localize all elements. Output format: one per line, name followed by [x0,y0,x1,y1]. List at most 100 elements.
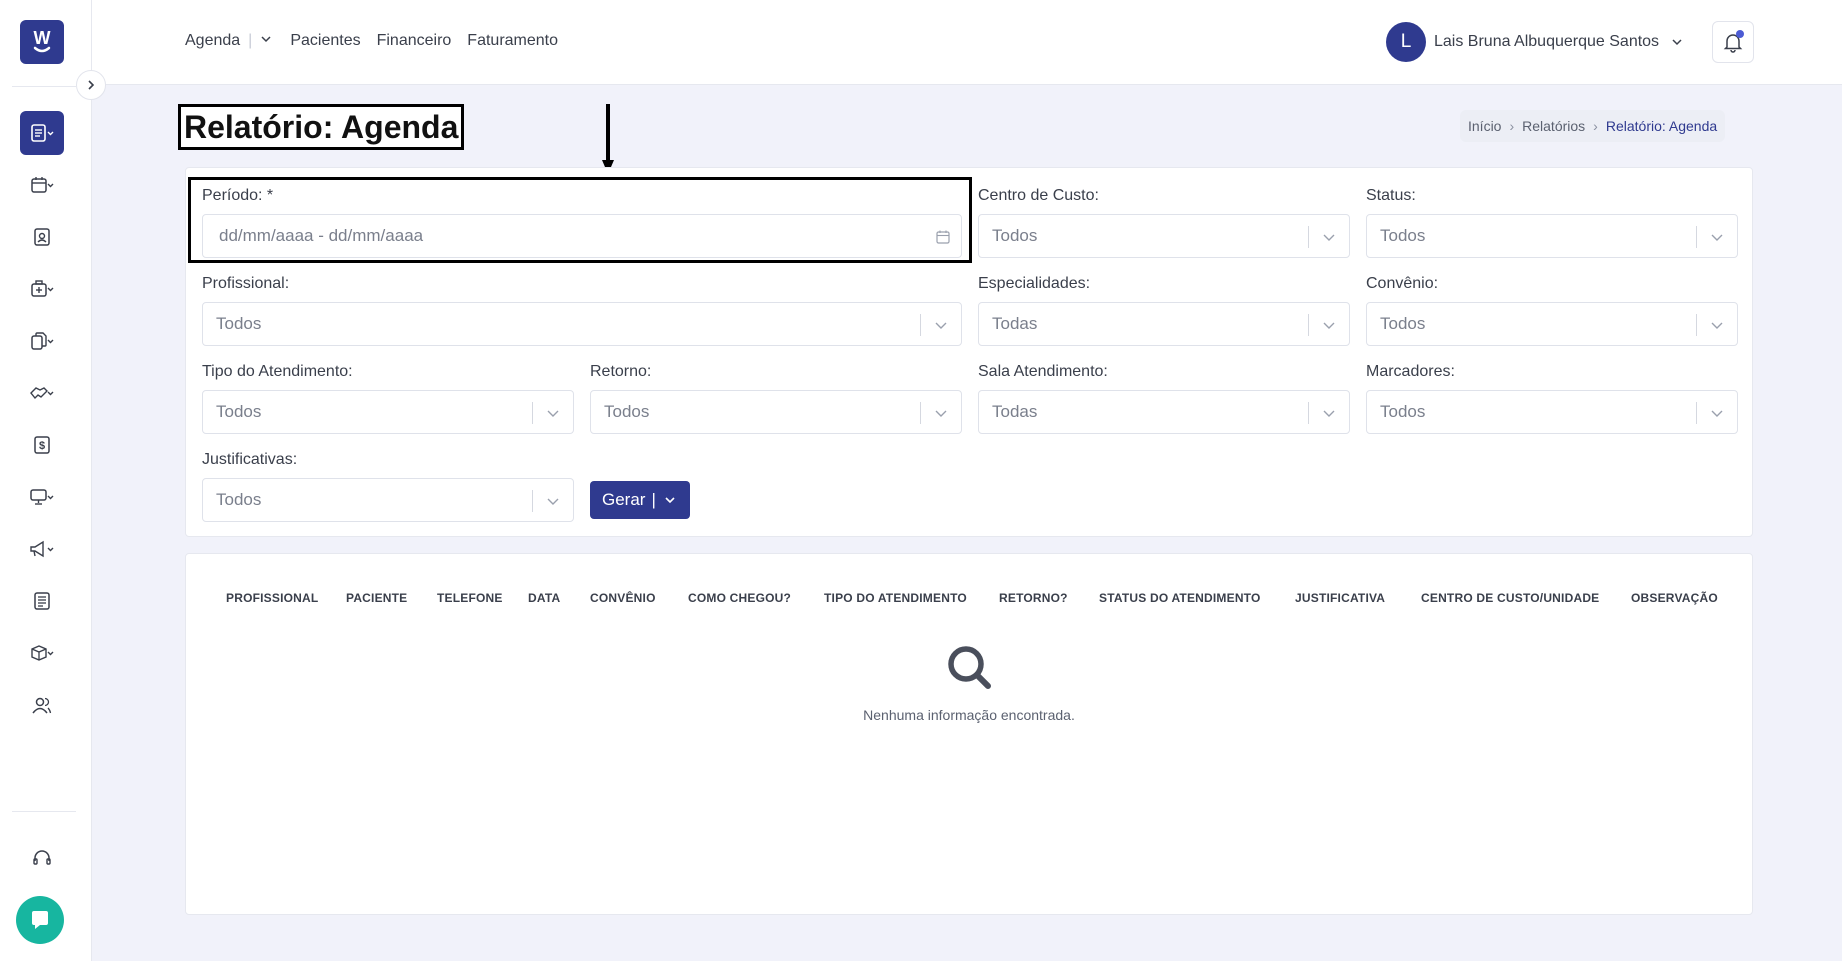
especialidades-value: Todas [992,314,1038,333]
sidebar-divider-bottom [12,811,76,812]
col-telefone[interactable]: TELEFONE [437,591,503,605]
centro-custo-select[interactable]: Todos [978,214,1350,258]
sala-atendimento-select[interactable]: Todas [978,390,1350,434]
status-value: Todos [1380,226,1426,245]
select-divider [1308,314,1309,336]
sidebar-item-agreements[interactable] [20,371,64,415]
user-menu[interactable]: L Lais Bruna Albuquerque Santos [1386,22,1683,62]
col-observacao[interactable]: OBSERVAÇÃO [1631,591,1718,605]
nav-agenda-dropdown[interactable] [260,32,272,50]
user-name: Lais Bruna Albuquerque Santos [1434,33,1660,50]
col-paciente[interactable]: PACIENTE [346,591,407,605]
sidebar-item-users[interactable] [20,683,64,727]
marcadores-select[interactable]: Todos [1366,390,1738,434]
justificativas-label: Justificativas: [202,451,298,468]
select-divider [920,314,921,336]
sidebar-item-documents[interactable] [20,319,64,363]
sidebar-item-patients[interactable] [20,215,64,259]
justificativas-value: Todos [216,490,262,509]
col-como-chegou[interactable]: COMO CHEGOU? [688,591,791,605]
sidebar-collapse-button[interactable] [76,70,106,100]
sidebar-item-medical[interactable] [20,267,64,311]
marcadores-label: Marcadores: [1366,363,1455,380]
annotation-arrow [602,104,614,174]
sidebar: W $ [0,0,92,961]
col-data[interactable]: DATA [528,591,560,605]
empty-message: Nenhuma informação encontrada. [863,707,1075,723]
avatar: L [1386,22,1426,62]
nav-faturamento[interactable]: Faturamento [467,32,558,50]
monitor-icon [30,489,54,505]
marcadores-field: Marcadores: Todos [1366,363,1738,434]
nav-agenda[interactable]: Agenda [185,32,240,50]
chevron-down-icon [935,322,947,329]
status-select[interactable]: Todos [1366,214,1738,258]
megaphone-icon [30,540,54,558]
chat-icon [32,911,48,929]
centro-custo-value: Todos [992,226,1038,245]
col-profissional[interactable]: PROFISSIONAL [226,591,318,605]
tipo-atendimento-select[interactable]: Todos [202,390,574,434]
page-title: Relatório: Agenda [178,104,465,150]
nav-financeiro[interactable]: Financeiro [377,32,452,50]
chevron-right-icon: › [1509,118,1515,134]
select-divider [532,490,533,512]
profissional-value: Todos [216,314,262,333]
justificativas-select[interactable]: Todos [202,478,574,522]
select-divider [920,402,921,424]
col-justificativa[interactable]: JUSTIFICATIVA [1295,591,1385,605]
select-divider [1308,402,1309,424]
convenio-select[interactable]: Todos [1366,302,1738,346]
sidebar-item-inventory[interactable] [20,631,64,675]
notifications-button[interactable] [1712,21,1754,63]
sidebar-item-finance[interactable]: $ [20,423,64,467]
chevron-down-icon [261,36,271,43]
sidebar-item-news[interactable] [20,579,64,623]
retorno-field: Retorno: Todos [590,363,962,434]
convenio-value: Todos [1380,314,1426,333]
chevron-down-icon [1711,234,1723,241]
chevron-down-icon [935,410,947,417]
app-logo[interactable]: W [20,20,64,64]
chevron-right-icon [88,80,95,90]
sidebar-item-support[interactable] [20,836,64,880]
sidebar-item-marketing[interactable] [20,527,64,571]
retorno-label: Retorno: [590,363,652,380]
svg-text:$: $ [39,440,45,452]
chat-button[interactable] [16,896,64,944]
marcadores-value: Todos [1380,402,1426,421]
documents-icon [31,332,54,350]
retorno-select[interactable]: Todos [590,390,962,434]
especialidades-select[interactable]: Todas [978,302,1350,346]
chevron-down-icon[interactable] [664,494,676,506]
sidebar-item-monitor[interactable] [20,475,64,519]
chevron-down-icon [1711,410,1723,417]
chevron-down-icon [1672,39,1682,46]
chevron-down-icon [1323,322,1335,329]
sala-atendimento-label: Sala Atendimento: [978,363,1108,380]
profissional-select[interactable]: Todos [202,302,962,346]
breadcrumb-reports[interactable]: Relatórios [1522,118,1585,134]
chevron-down-icon [547,410,559,417]
breadcrumb-home[interactable]: Início [1468,118,1501,134]
gerar-button[interactable]: Gerar | [590,481,690,519]
notification-dot [1736,30,1744,38]
nav-pacientes[interactable]: Pacientes [290,32,360,50]
select-divider [1696,314,1697,336]
tipo-atendimento-value: Todos [216,402,262,421]
retorno-value: Todos [604,402,650,421]
sidebar-item-calendar[interactable] [20,163,64,207]
convenio-field: Convênio: Todos [1366,275,1738,346]
especialidades-label: Especialidades: [978,275,1091,292]
col-convenio[interactable]: CONVÊNIO [590,591,656,605]
box-icon [31,645,54,661]
sala-atendimento-value: Todas [992,402,1038,421]
col-tipo-atendimento[interactable]: TIPO DO ATENDIMENTO [824,591,967,605]
col-status-atendimento[interactable]: STATUS DO ATENDIMENTO [1099,591,1261,605]
sidebar-item-reports[interactable] [20,111,64,155]
col-retorno[interactable]: RETORNO? [999,591,1068,605]
select-divider [1308,226,1309,248]
col-centro-custo[interactable]: CENTRO DE CUSTO/UNIDADE [1421,591,1599,605]
logo-icon: W [34,28,51,53]
chevron-down-icon [1323,234,1335,241]
